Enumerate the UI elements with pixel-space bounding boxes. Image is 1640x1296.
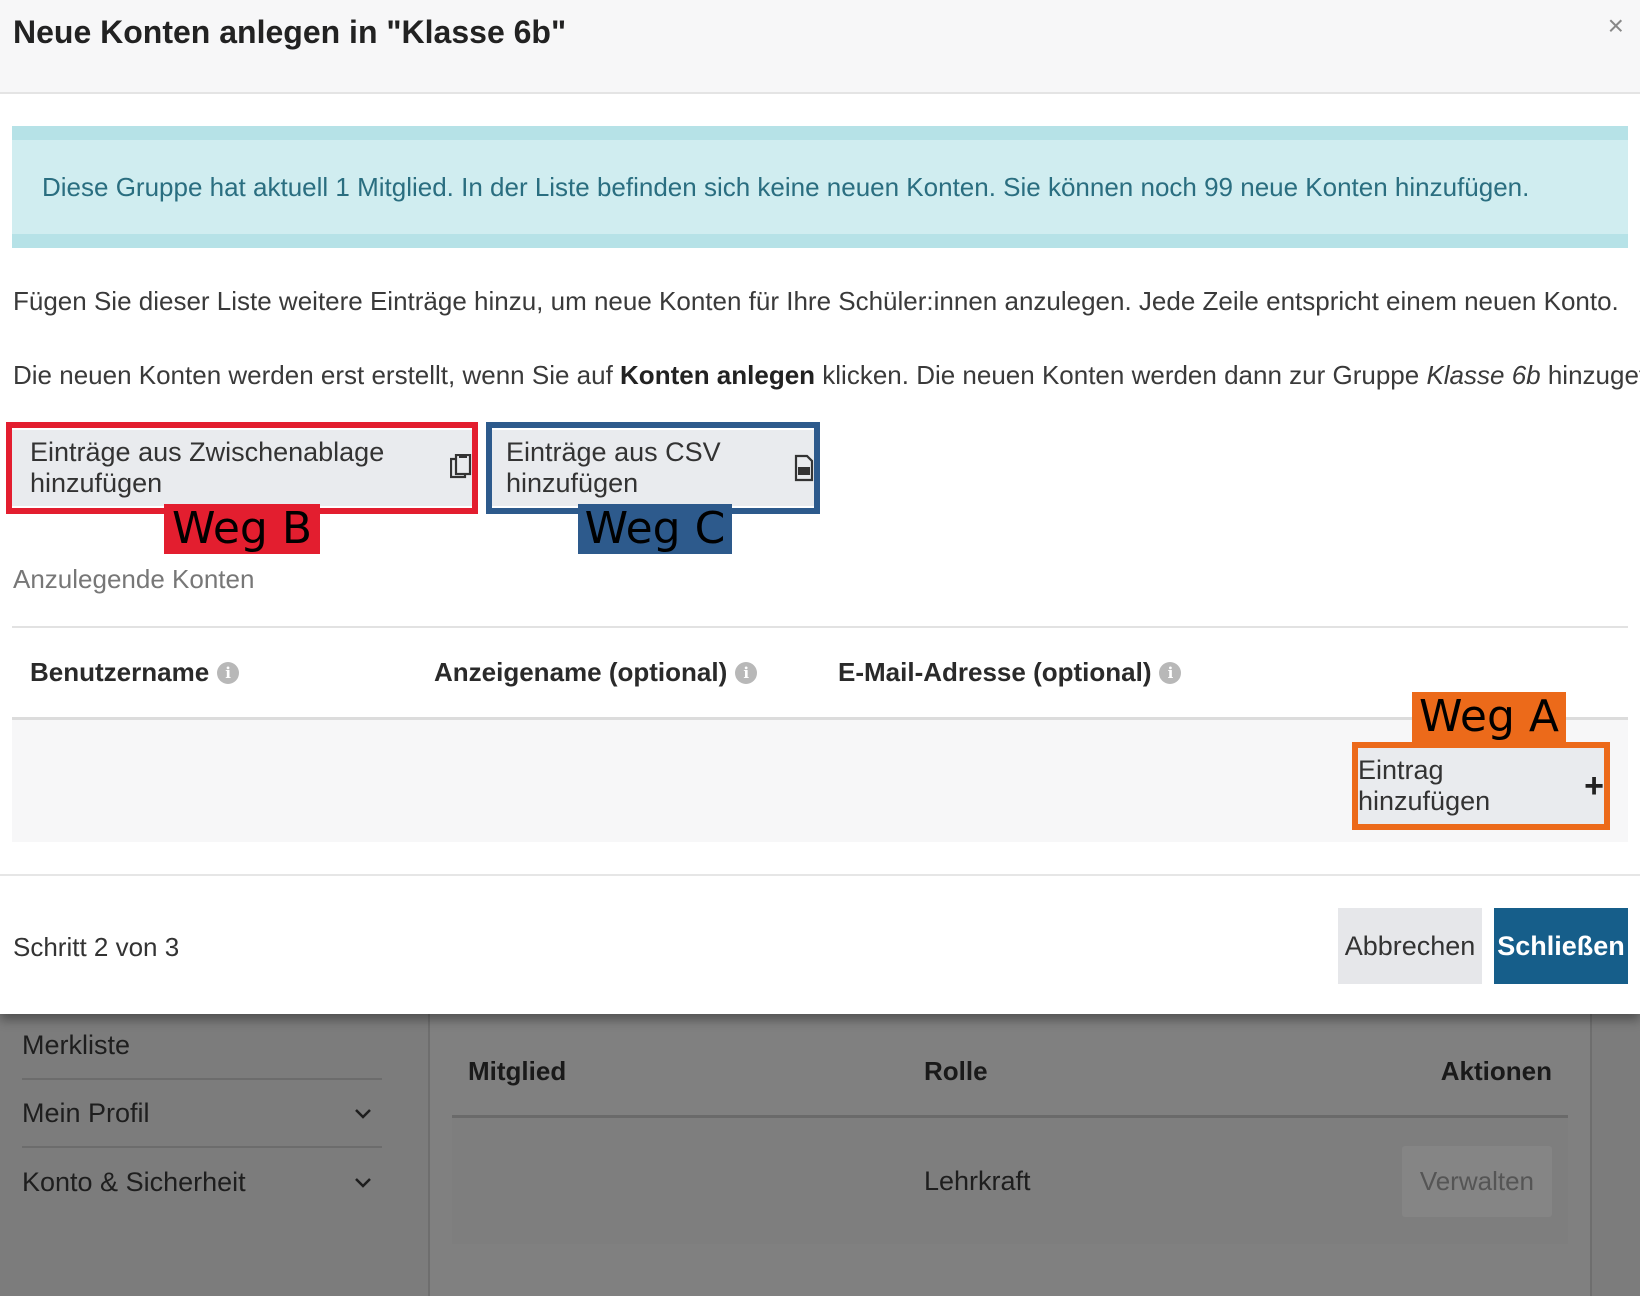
close-button[interactable]: Schließen [1494,908,1628,984]
section-label: Anzulegende Konten [13,564,255,594]
role-cell: Lehrkraft [924,1165,1031,1196]
add-from-csv-button[interactable]: Einträge aus CSV hinzufügen [492,430,814,506]
create-accounts-modal: Neue Konten anlegen in "Klasse 6b" × Die… [0,0,1640,1014]
weg-c-highlight: Einträge aus CSV hinzufügen [486,422,820,514]
csv-file-icon [794,454,814,482]
background-sidebar: Merkliste Mein Profil Konto & Sicherheit [22,1012,382,1216]
cancel-button[interactable]: Abbrechen [1338,908,1482,984]
info-alert: Diese Gruppe hat aktuell 1 Mitglied. In … [12,126,1628,248]
info-icon[interactable]: i [1159,661,1182,684]
add-entry-button[interactable]: Eintrag hinzufügen + [1358,748,1604,824]
weg-b-label: Weg B [164,504,320,554]
column-header-role: Rolle [924,1056,988,1086]
instruction-text-1: Fügen Sie dieser Liste weitere Einträge … [13,286,1619,316]
sidebar-item-label: Merkliste [22,1029,131,1060]
modal-header: Neue Konten anlegen in "Klasse 6b" × [0,0,1640,94]
members-table: Mitglied Rolle Aktionen Lehrkraft Verwal… [452,1028,1568,1244]
sidebar-item-konto-sicherheit[interactable]: Konto & Sicherheit [22,1148,382,1216]
clipboard-icon [449,453,472,482]
table-row: Lehrkraft Verwalten [452,1118,1568,1244]
add-from-clipboard-button[interactable]: Einträge aus Zwischenablage hinzufügen [12,430,472,506]
weg-a-highlight: Eintrag hinzufügen + [1352,742,1610,830]
column-header-display-name: Anzeigename (optional) i [434,657,758,688]
chevron-down-icon [354,1100,372,1126]
modal-footer: Schritt 2 von 3 Abbrechen Schließen [0,874,1640,1014]
step-indicator: Schritt 2 von 3 [13,932,180,962]
info-icon[interactable]: i [217,661,240,684]
column-header-member: Mitglied [468,1056,567,1086]
sidebar-item-merkliste[interactable]: Merkliste [22,1012,382,1080]
modal-title: Neue Konten anlegen in "Klasse 6b" [13,14,567,50]
weg-a-label: Weg A [1412,692,1566,742]
actions-cell: Verwalten [1396,1145,1568,1217]
info-icon[interactable]: i [735,661,758,684]
weg-b-highlight: Einträge aus Zwischenablage hinzufügen [6,422,478,514]
column-header-email: E-Mail-Adresse (optional) i [838,657,1182,688]
instruction-text-2: Die neuen Konten werden erst erstellt, w… [13,360,1640,390]
sidebar-item-mein-profil[interactable]: Mein Profil [22,1080,382,1148]
sidebar-item-label: Konto & Sicherheit [22,1166,246,1197]
column-header-username: Benutzername i [30,657,240,688]
column-header-actions: Aktionen [1440,1056,1552,1086]
add-from-csv-label: Einträge aus CSV hinzufügen [506,437,721,498]
sidebar-item-label: Mein Profil [22,1097,150,1128]
accounts-table-header: Benutzername i Anzeigename (optional) i … [12,626,1628,720]
weg-c-label: Weg C [578,504,732,554]
manage-button[interactable]: Verwalten [1401,1145,1552,1217]
chevron-down-icon [354,1169,372,1195]
members-table-header: Mitglied Rolle Aktionen [452,1028,1568,1118]
plus-icon: + [1584,766,1604,805]
add-entry-label: Eintrag hinzufügen [1358,755,1491,816]
add-from-clipboard-label: Einträge aus Zwischenablage hinzufügen [30,437,385,498]
info-alert-text: Diese Gruppe hat aktuell 1 Mitglied. In … [42,171,1530,202]
close-icon[interactable]: × [1608,10,1624,42]
